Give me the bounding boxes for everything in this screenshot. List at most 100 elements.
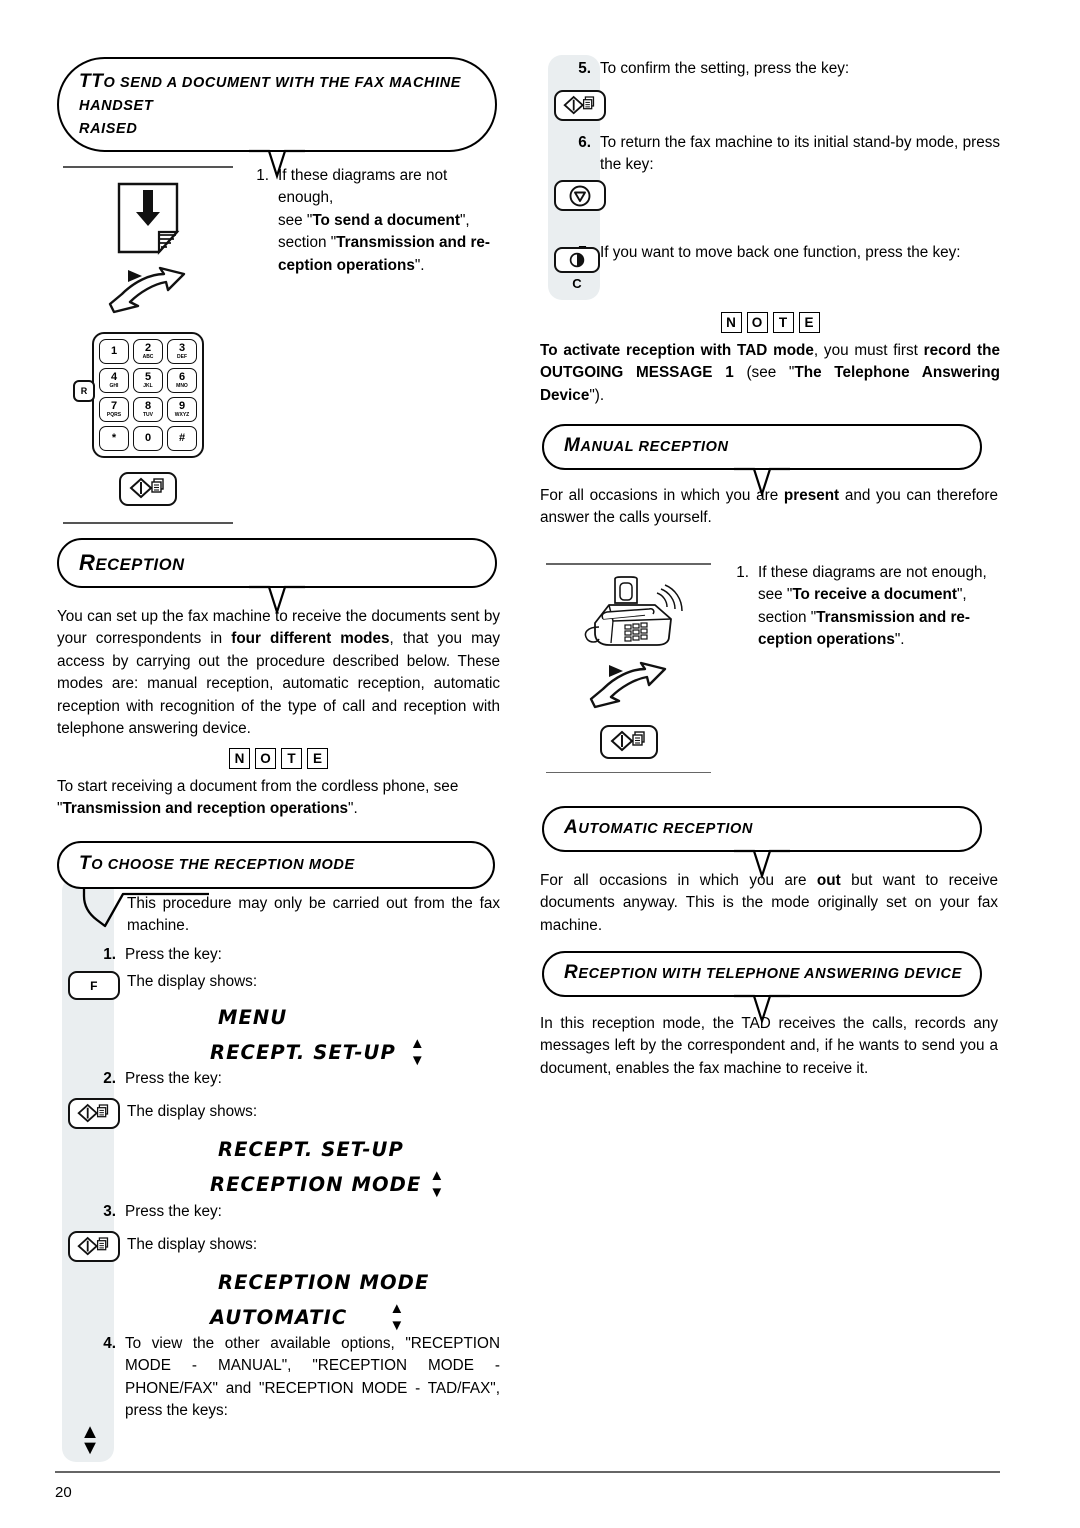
lcd-display-2: RECEPT. SET-UP RECEPTION MODE ▲ ▼ <box>210 1138 500 1201</box>
banner-initial: R <box>79 550 96 575</box>
lcd-updown-arrows: ▲ ▼ <box>389 1300 405 1334</box>
start-key-step2[interactable] <box>68 1098 120 1129</box>
note-keycap-o: O <box>746 312 768 333</box>
keypad-key-letters: WXYZ <box>174 412 190 418</box>
keypad-key-digit: 6 <box>178 371 186 383</box>
step-text: If these diagrams are not enough, see "T… <box>278 167 491 274</box>
keypad-key-letters: ABC <box>142 354 154 360</box>
procedure-step-2: 2. Press the key: <box>95 1068 500 1090</box>
start-key-step5[interactable] <box>554 90 606 121</box>
step-text: If these diagrams are not enough, see "T… <box>758 564 987 649</box>
step-text: Press the key: <box>125 946 222 963</box>
procedure-step-7: 7. If you want to move back one function… <box>570 242 1000 264</box>
step-text: To view the other available options, "RE… <box>125 1335 500 1420</box>
start-key-icon <box>129 477 164 499</box>
keypad-key-1[interactable]: 1 <box>99 339 129 364</box>
diagram-bottom-rule <box>63 522 233 524</box>
step-number: 1. <box>736 564 749 581</box>
footer-rule <box>55 1471 1000 1474</box>
keypad-key-8[interactable]: 8 TUV <box>133 397 163 422</box>
lcd-line-2: AUTOMATIC <box>210 1305 348 1329</box>
step-number: 5. <box>578 60 591 77</box>
keypad-key-*[interactable]: * <box>99 426 129 451</box>
banner-initial: T <box>79 853 92 874</box>
step-text: If you want to move back one function, p… <box>600 244 961 261</box>
keypad-key-3[interactable]: 3 DEF <box>167 339 197 364</box>
clear-key[interactable] <box>554 247 600 273</box>
keypad-key-4[interactable]: 4 GHI <box>99 368 129 393</box>
keypad-key-recall[interactable]: R <box>73 380 95 402</box>
lcd-display-1: MENU RECEPT. SET-UP ▲ ▼ <box>210 1006 500 1069</box>
note-block-tad: NOTE To activate reception with TAD mode… <box>540 312 1000 407</box>
stop-key[interactable] <box>554 180 606 211</box>
banner-reception: RECEPTION <box>57 538 497 616</box>
keypad-key-digit: # <box>178 432 186 444</box>
keypad-key-digit: 4 <box>110 371 118 383</box>
step-text: Press the key: <box>125 1070 222 1087</box>
note-keycap-n: N <box>720 312 742 333</box>
diagram-send-document: R 1 2 ABC 3 DEF 4 GHI 5 JKL 6 MNO 7 PQRS 8 TUV 9 WXYZ * 0 # <box>63 166 233 524</box>
handset-lift-icon <box>63 266 233 318</box>
keypad-key-6[interactable]: 6 MNO <box>167 368 197 393</box>
keypad-key-0[interactable]: 0 <box>133 426 163 451</box>
function-key-f-label: F <box>90 978 98 993</box>
keypad-key-7[interactable]: 7 PQRS <box>99 397 129 422</box>
banner-tad-reception: RECEPTION WITH TELEPHONE ANSWERING DEVIC… <box>542 951 982 1025</box>
step-number: 1. <box>256 167 269 184</box>
start-key-icon <box>77 1236 109 1255</box>
display-shows-label-1: The display shows: <box>127 973 258 990</box>
manual-page: TTo send a document with the fax machine… <box>0 0 1080 1528</box>
automatic-reception-paragraph: For all occasions in which you are out b… <box>540 872 998 934</box>
step-number: 4. <box>103 1335 116 1352</box>
step-1-send: 1. If these diagrams are not enough, see… <box>248 165 503 277</box>
keypad-key-digit: 1 <box>110 345 118 357</box>
banner-initial: M <box>564 435 581 456</box>
banner-send-document: TTo send a document with the fax machine… <box>57 57 497 180</box>
function-key-f[interactable]: F <box>68 971 120 1000</box>
diagram-top-rule <box>63 166 233 168</box>
keypad-key-digit: 2 <box>144 342 152 354</box>
diagram-top-rule <box>546 563 711 565</box>
start-key-step3[interactable] <box>68 1231 120 1262</box>
reception-intro-paragraph: You can set up the fax machine to receiv… <box>57 608 500 738</box>
step-number: 3. <box>103 1203 116 1220</box>
keypad-key-letters: GHI <box>109 383 119 389</box>
page-number: 20 <box>55 1484 72 1501</box>
procedure-step-3: 3. Press the key: <box>95 1201 500 1223</box>
keypad-key-digit: 7 <box>110 400 118 412</box>
arrow-down-icon[interactable]: ▼ <box>77 1438 103 1458</box>
keypad-key-#[interactable]: # <box>167 426 197 451</box>
note-keycaps: NOTE <box>540 312 1000 333</box>
step-text: Press the key: <box>125 1203 222 1220</box>
fax-machine-icon <box>546 575 711 653</box>
note-keycaps: NOTE <box>57 748 500 769</box>
start-key-diagram[interactable] <box>546 724 711 759</box>
note-keycap-e: E <box>307 748 328 769</box>
updown-arrow-keys[interactable]: ▲ ▼ <box>77 1422 103 1459</box>
clear-key-label: C <box>572 276 582 291</box>
diagram-receive-document <box>546 563 711 774</box>
note-keycap-o: O <box>255 748 276 769</box>
step-1-receive: 1. If these diagrams are not enough, see… <box>728 562 990 652</box>
banner-notch-elbow <box>79 886 209 934</box>
start-key-diagram[interactable] <box>63 472 233 506</box>
start-key-icon <box>610 730 645 751</box>
keypad-key-letters: JKL <box>143 383 153 389</box>
note-keycap-n: N <box>229 748 250 769</box>
lcd-line-1: RECEPTION MODE <box>218 1271 430 1294</box>
keypad-key-digit: 3 <box>178 342 186 354</box>
keypad-key-9[interactable]: 9 WXYZ <box>167 397 197 422</box>
step-number: 1. <box>103 946 116 963</box>
procedure-step-4: 4. To view the other available options, … <box>95 1333 500 1423</box>
keypad-key-2[interactable]: 2 ABC <box>133 339 163 364</box>
procedure-step-5: 5. To confirm the setting, press the key… <box>570 58 1000 80</box>
lcd-line-2: RECEPT. SET-UP <box>210 1040 396 1064</box>
note-keycap-t: T <box>281 748 302 769</box>
procedure-step-6: 6. To return the fax machine to its init… <box>570 132 1000 177</box>
banner-initial: A <box>564 817 579 838</box>
lcd-display-3: RECEPTION MODE AUTOMATIC ▲ ▼ <box>210 1271 500 1334</box>
keypad-key-5[interactable]: 5 JKL <box>133 368 163 393</box>
banner-initial: R <box>564 962 579 983</box>
manual-reception-paragraph: For all occasions in which you are prese… <box>540 487 998 527</box>
step-text: To confirm the setting, press the key: <box>600 60 850 77</box>
